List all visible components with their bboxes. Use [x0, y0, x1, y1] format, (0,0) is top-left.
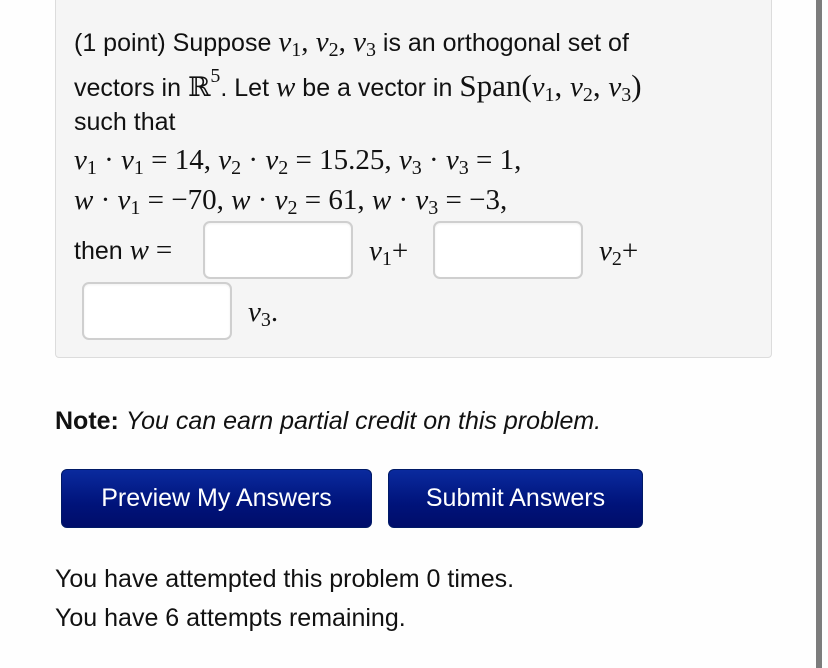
w-symbol: w [129, 234, 149, 266]
problem-line-1: (1 point) Suppose v1, v2, v3 is an ortho… [74, 26, 629, 61]
v1-plus-label: v1+ [369, 235, 409, 270]
attempts-made-text: You have attempted this problem 0 times. [55, 565, 515, 593]
attempts-remaining-text: You have 6 attempts remaining. [55, 604, 406, 632]
vector-v1: v1 [278, 26, 302, 61]
preview-answers-button[interactable]: Preview My Answers [61, 469, 372, 528]
note-label: Note: [55, 407, 119, 435]
v2-dot-v2-value: 15.25 [319, 144, 385, 176]
scrollbar[interactable] [816, 0, 822, 668]
equals-sign: = [155, 234, 173, 266]
span-expression: Span(v1, v2, v3) [459, 68, 642, 106]
submit-answers-button[interactable]: Submit Answers [388, 469, 643, 528]
problem-line-3: such that [74, 108, 176, 136]
partial-credit-note: Note: You can earn partial credit on thi… [55, 407, 601, 436]
dot-products-norms: v1 · v1 = 14, v2 · v2 = 15.25, v3 · v3 =… [74, 144, 522, 179]
span-label: Span( [459, 68, 532, 103]
coefficient-v1-input[interactable] [203, 221, 353, 279]
be-vector-label: be a vector in [302, 74, 453, 102]
coefficient-v2-input[interactable] [433, 221, 583, 279]
vector-w: w [276, 71, 296, 103]
problem-line1-tail: is an orthogonal set of [382, 29, 629, 57]
problem-line-2: vectors in ℝ5. Let w be a vector in Span… [74, 66, 642, 105]
v1-dot-v1-value: 14 [174, 144, 204, 176]
v3-dot-v3-value: 1 [499, 144, 515, 176]
space-dimension: 5 [210, 65, 221, 87]
w-dot-v3-value: −3 [469, 184, 500, 216]
coefficient-v3-input[interactable] [82, 282, 232, 340]
dot-products-w: w · v1 = −70, w · v2 = 61, w · v3 = −3, [74, 184, 508, 219]
let-label: . Let [220, 74, 270, 102]
w-dot-v2-value: 61 [328, 184, 358, 216]
v3-period-label: v3. [248, 296, 279, 331]
problem-intro: (1 point) Suppose [74, 29, 272, 57]
v2-plus-label: v2+ [599, 235, 639, 270]
vector-v2: v2 [315, 26, 339, 61]
comma: , [301, 26, 316, 58]
vector-v3: v3 [353, 26, 376, 61]
vectors-in-label: vectors in [74, 74, 181, 102]
then-label: then [74, 237, 123, 265]
comma: , [338, 26, 354, 58]
then-w-label: then w = [74, 236, 172, 265]
w-dot-v1-value: −70 [171, 184, 217, 216]
note-text: You can earn partial credit on this prob… [125, 407, 602, 435]
real-space-symbol: ℝ [187, 72, 211, 103]
